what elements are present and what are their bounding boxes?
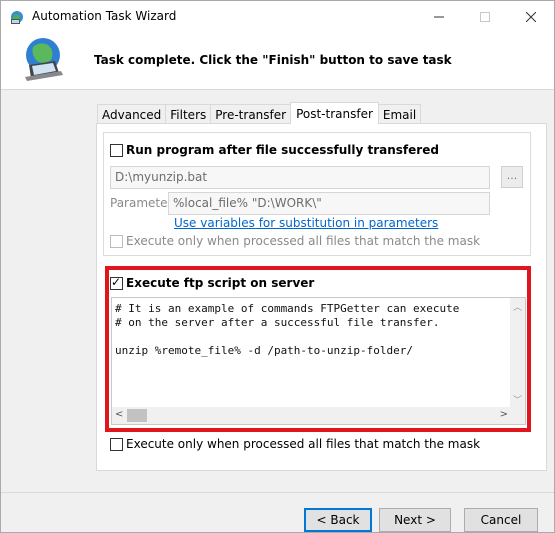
minimize-icon[interactable]	[416, 1, 462, 32]
horizontal-scrollbar[interactable]: < >	[112, 407, 525, 424]
window-title: Automation Task Wizard	[32, 9, 177, 23]
wizard-header: Task complete. Click the "Finish" button…	[1, 32, 554, 90]
scroll-thumb[interactable]	[127, 409, 147, 422]
app-icon	[11, 11, 23, 24]
next-button[interactable]: Next >	[379, 508, 451, 532]
run-program-label: Run program after file successfully tran…	[126, 143, 439, 157]
tab-pre-transfer[interactable]: Pre-transfer	[210, 104, 292, 124]
vertical-scrollbar[interactable]: ︿ ﹀	[510, 298, 525, 408]
execute-when-all-bottom-checkbox[interactable]	[110, 438, 123, 451]
ftp-script-editor[interactable]: # It is an example of commands FTPGetter…	[111, 297, 526, 425]
execute-when-all-bottom-label: Execute only when processed all files th…	[126, 437, 481, 451]
maximize-icon[interactable]	[462, 1, 508, 32]
ftp-script-label: Execute ftp script on server	[126, 276, 315, 290]
script-line: # It is an example of commands FTPGetter…	[115, 302, 460, 315]
cancel-button[interactable]: Cancel	[464, 508, 538, 532]
script-line	[115, 330, 459, 344]
browse-button[interactable]: ...	[501, 166, 523, 188]
program-path-field[interactable]: D:\myunzip.bat	[110, 166, 490, 189]
script-line: unzip %remote_file% -d /path-to-unzip-fo…	[115, 344, 414, 357]
header-message: Task complete. Click the "Finish" button…	[94, 53, 452, 67]
tab-post-transfer[interactable]: Post-transfer	[290, 102, 379, 124]
script-line: # on the server after a successful file …	[115, 316, 440, 329]
scroll-left-icon[interactable]: <	[115, 409, 123, 420]
scroll-right-icon[interactable]: >	[500, 409, 508, 420]
tab-strip: Advanced Filters Pre-transfer Post-trans…	[97, 102, 422, 124]
bottom-divider	[1, 492, 554, 493]
ftp-script-checkbox[interactable]	[110, 275, 123, 290]
globe-computer-icon	[25, 38, 63, 81]
run-program-checkbox[interactable]	[110, 144, 123, 157]
back-button[interactable]: < Back	[304, 508, 372, 532]
title-bar: Automation Task Wizard	[1, 1, 554, 32]
close-icon[interactable]	[508, 1, 554, 32]
tab-filters[interactable]: Filters	[165, 104, 212, 124]
variables-link[interactable]: Use variables for substitution in parame…	[174, 216, 438, 230]
scroll-corner	[510, 407, 525, 424]
scroll-up-icon[interactable]: ︿	[513, 300, 522, 313]
tab-advanced[interactable]: Advanced	[97, 104, 167, 124]
execute-when-all-top-checkbox[interactable]	[110, 235, 123, 248]
parameters-field[interactable]: %local_file% "D:\WORK\"	[168, 192, 490, 215]
scroll-down-icon[interactable]: ﹀	[513, 393, 522, 406]
ftp-script-text: # It is an example of commands FTPGetter…	[115, 302, 459, 358]
execute-when-all-top-label: Execute only when processed all files th…	[126, 234, 481, 248]
wizard-window: Automation Task Wizard Task complete. Cl…	[0, 0, 555, 533]
tab-email[interactable]: Email	[377, 104, 422, 124]
